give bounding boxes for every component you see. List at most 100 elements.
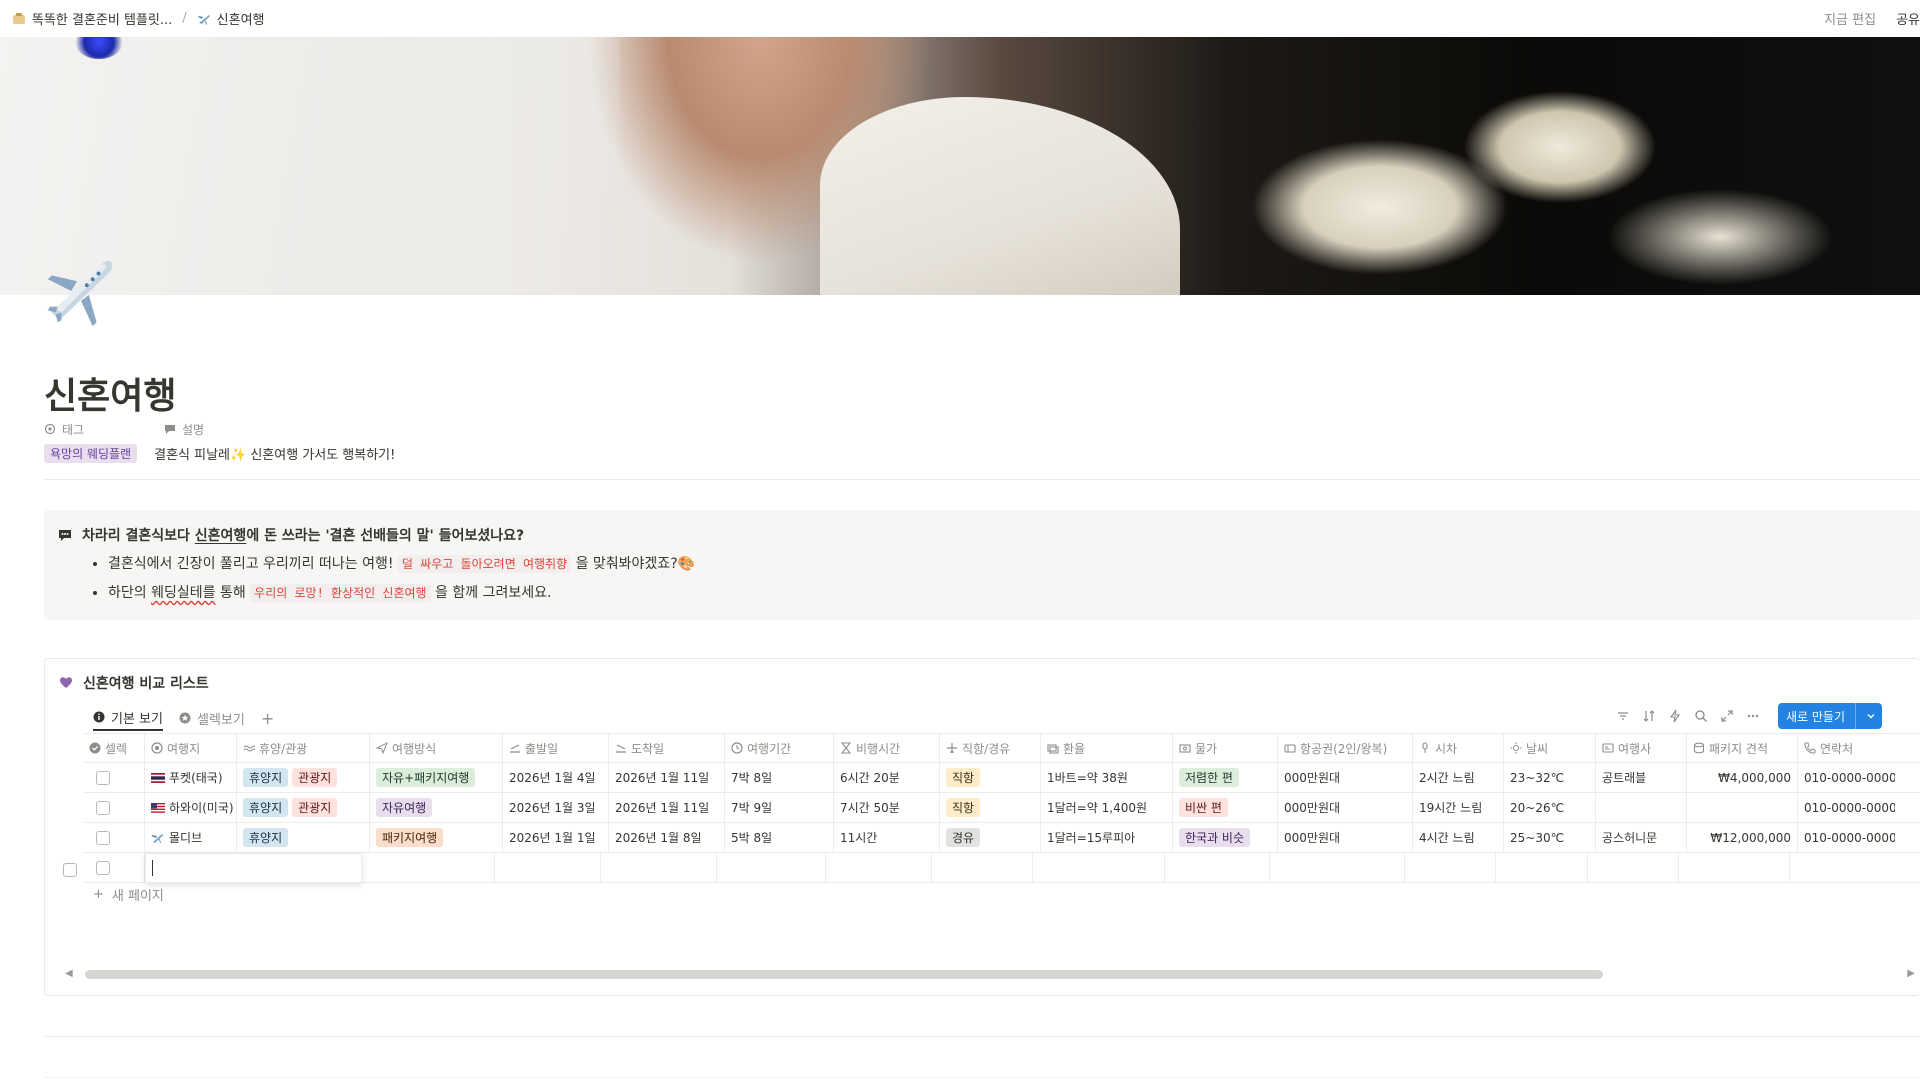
weather-cell[interactable]: 20~26℃	[1504, 792, 1596, 823]
rate-cell[interactable]: 1바트=약 38원	[1041, 762, 1173, 793]
timediff-cell[interactable]: 2시간 느림	[1413, 762, 1504, 793]
timediff-cell[interactable]: 4시간 느림	[1413, 822, 1504, 853]
scroll-right-icon[interactable]: ▶	[1907, 968, 1915, 979]
expand-icon[interactable]	[1720, 709, 1734, 723]
share-button[interactable]: 공유	[1896, 9, 1920, 28]
empty-cell[interactable]	[1165, 852, 1270, 883]
select-cell[interactable]	[83, 792, 145, 823]
desc-value[interactable]: 결혼식 피날레✨ 신혼여행 가서도 행복하기!	[154, 444, 395, 463]
weather-cell[interactable]: 25~30℃	[1504, 822, 1596, 853]
search-icon[interactable]	[1694, 709, 1708, 723]
scroll-left-icon[interactable]: ◀	[65, 968, 73, 979]
duration-cell[interactable]: 7박 8일	[725, 762, 834, 793]
empty-cell[interactable]	[717, 852, 826, 883]
quote-cell[interactable]: ₩12,000,000	[1687, 822, 1798, 853]
rate-cell[interactable]: 1달러=15루피아	[1041, 822, 1173, 853]
tab-select-view[interactable]: 셀렉보기	[179, 705, 245, 731]
duration-cell[interactable]: 7박 9일	[725, 792, 834, 823]
desc-property-label[interactable]: 설명	[164, 421, 204, 438]
phone-cell[interactable]: 010-0000-0000	[1798, 793, 1895, 823]
select-checkbox[interactable]	[96, 800, 110, 815]
chevron-down-icon[interactable]	[1866, 711, 1876, 721]
price-cell[interactable]: 한국과 비슷	[1173, 822, 1278, 853]
empty-cell[interactable]	[601, 852, 717, 883]
column-header-rate[interactable]: 환율	[1041, 733, 1173, 763]
column-header-duration[interactable]: 여행기간	[725, 733, 834, 763]
direct-cell[interactable]: 직항	[940, 762, 1041, 793]
style-cell[interactable]: 자유여행	[370, 792, 503, 823]
empty-cell[interactable]	[1270, 852, 1405, 883]
scroll-thumb[interactable]	[85, 970, 1603, 979]
direct-cell[interactable]: 직항	[940, 792, 1041, 823]
tag-value[interactable]: 욕망의 웨딩플랜	[44, 443, 138, 463]
type-cell[interactable]: 휴양지 관광지	[237, 792, 370, 823]
type-cell[interactable]: 휴양지 관광지	[237, 762, 370, 793]
lightning-icon[interactable]	[1668, 709, 1682, 723]
table-row[interactable]: 푸켓(태국) 휴양지 관광지 자유+패키지여행 2026년 1월 4일 2026년…	[83, 762, 1920, 793]
quote-cell[interactable]	[1687, 792, 1798, 823]
sort-icon[interactable]	[1642, 709, 1656, 723]
column-header-style[interactable]: 여행방식	[370, 733, 503, 763]
column-header-direct[interactable]: 직항/경유	[940, 733, 1041, 763]
new-button[interactable]: 새로 만들기	[1777, 703, 1882, 729]
table-row-new[interactable]	[83, 852, 1920, 883]
column-header-weather[interactable]: 날씨	[1504, 733, 1596, 763]
direct-cell[interactable]: 경유	[940, 822, 1041, 853]
destination-edit-input[interactable]	[145, 852, 362, 883]
callout-block[interactable]: 차라리 결혼식보다 신혼여행에 돈 쓰라는 '결혼 선배들의 말' 들어보셨나요…	[44, 510, 1920, 620]
type-cell[interactable]: 휴양지	[237, 822, 370, 853]
ticket-cell[interactable]: 000만원대	[1278, 762, 1413, 793]
empty-cell[interactable]	[362, 852, 495, 883]
column-header-destination[interactable]: 여행지	[145, 733, 237, 763]
column-header-select[interactable]: 셀렉	[83, 733, 145, 763]
phone-cell[interactable]: 010-0000-0000	[1798, 823, 1895, 853]
page-title[interactable]: 신혼여행	[44, 367, 176, 419]
column-header-phone[interactable]: 연락처	[1798, 733, 1895, 763]
destination-cell[interactable]: 하와이(미국)	[145, 792, 237, 823]
select-cell[interactable]	[83, 822, 145, 853]
column-header-agency[interactable]: 여행사	[1596, 733, 1687, 763]
horizontal-scrollbar[interactable]: ◀ ▶	[65, 966, 1915, 980]
rate-cell[interactable]: 1달러=약 1,400원	[1041, 792, 1173, 823]
select-checkbox[interactable]	[96, 830, 110, 845]
breadcrumb-parent[interactable]: 똑똑한 결혼준비 템플릿...	[8, 7, 176, 30]
empty-cell[interactable]	[1033, 852, 1165, 883]
quote-cell[interactable]: ₩4,000,000	[1687, 762, 1798, 793]
style-cell[interactable]: 자유+패키지여행	[370, 762, 503, 793]
column-header-depart[interactable]: 출발일	[503, 733, 609, 763]
select-checkbox[interactable]	[96, 770, 110, 785]
destination-cell[interactable]: 몰디브	[145, 822, 237, 853]
column-header-flight[interactable]: 비행시간	[834, 733, 940, 763]
ticket-cell[interactable]: 000만원대	[1278, 792, 1413, 823]
airplane-page-icon[interactable]	[42, 252, 120, 330]
column-header-type[interactable]: 휴양/관광	[237, 733, 370, 763]
empty-cell[interactable]	[1405, 852, 1496, 883]
arrive-cell[interactable]: 2026년 1월 11일	[609, 762, 725, 793]
duration-cell[interactable]: 5박 8일	[725, 822, 834, 853]
select-cell[interactable]	[83, 762, 145, 793]
tab-default-view[interactable]: 기본 보기	[93, 705, 163, 731]
empty-cell[interactable]	[826, 852, 932, 883]
more-icon[interactable]	[1746, 709, 1760, 723]
select-checkbox[interactable]	[96, 860, 110, 875]
style-cell[interactable]: 패키지여행	[370, 822, 503, 853]
empty-cell[interactable]	[495, 852, 601, 883]
row-select-all-checkbox[interactable]	[63, 863, 77, 877]
table-row[interactable]: 몰디브 휴양지 패키지여행 2026년 1월 1일 2026년 1월 8일 5박…	[83, 822, 1920, 853]
empty-cell[interactable]	[1496, 852, 1588, 883]
weather-cell[interactable]: 23~32℃	[1504, 762, 1596, 793]
column-header-quote[interactable]: 패키지 견적	[1687, 733, 1798, 763]
flight-cell[interactable]: 6시간 20분	[834, 762, 940, 793]
tag-property-label[interactable]: 태그	[44, 421, 164, 438]
column-header-ticket[interactable]: 항공권(2인/왕복)	[1278, 733, 1413, 763]
arrive-cell[interactable]: 2026년 1월 8일	[609, 822, 725, 853]
column-header-price[interactable]: 물가	[1173, 733, 1278, 763]
flight-cell[interactable]: 11시간	[834, 822, 940, 853]
destination-cell[interactable]: 푸켓(태국)	[145, 762, 237, 793]
table-row[interactable]: 하와이(미국) 휴양지 관광지 자유여행 2026년 1월 3일 2026년 1월…	[83, 792, 1920, 823]
new-page-button[interactable]: + 새 페이지	[93, 885, 164, 904]
breadcrumb-current[interactable]: 신혼여행	[193, 7, 269, 30]
agency-cell[interactable]: 공스허니문	[1596, 822, 1687, 853]
depart-cell[interactable]: 2026년 1월 1일	[503, 822, 609, 853]
depart-cell[interactable]: 2026년 1월 3일	[503, 792, 609, 823]
